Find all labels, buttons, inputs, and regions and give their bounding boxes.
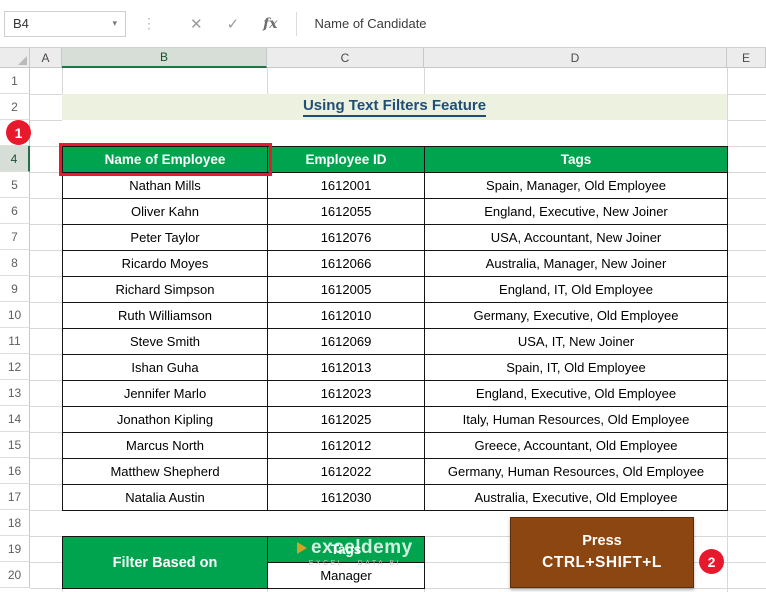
filter-tags-header-cell[interactable]: Tags (267, 536, 425, 563)
row-header-10[interactable]: 10 (0, 302, 30, 328)
enter-icon[interactable]: ✓ (227, 15, 240, 33)
cell-tags[interactable]: Germany, Human Resources, Old Employee (425, 459, 728, 485)
row-header-12[interactable]: 12 (0, 354, 30, 380)
cell-employee-name[interactable]: Steve Smith (63, 329, 268, 355)
table-header-tags[interactable]: Tags (425, 147, 728, 173)
cell-tags[interactable]: Spain, Manager, Old Employee (425, 173, 728, 199)
row-header-14[interactable]: 14 (0, 406, 30, 432)
cell-tags[interactable]: USA, Accountant, New Joiner (425, 225, 728, 251)
cell-employee-name[interactable]: Peter Taylor (63, 225, 268, 251)
row-header-7[interactable]: 7 (0, 224, 30, 250)
cell-employee-id[interactable]: 1612069 (268, 329, 425, 355)
cell-tags[interactable]: Australia, Manager, New Joiner (425, 251, 728, 277)
row-header-13[interactable]: 13 (0, 380, 30, 406)
cell-employee-name[interactable]: Jennifer Marlo (63, 381, 268, 407)
employee-table: Name of Employee Employee ID Tags Nathan… (62, 146, 728, 511)
row-header-17[interactable]: 17 (0, 484, 30, 510)
column-header-D[interactable]: D (424, 48, 727, 68)
row-header-15[interactable]: 15 (0, 432, 30, 458)
row-header-5[interactable]: 5 (0, 172, 30, 198)
filter-value-cell[interactable]: Manager (267, 562, 425, 589)
cell-employee-name[interactable]: Ruth Williamson (63, 303, 268, 329)
formula-bar-drag-handle-icon: ⋮ (142, 15, 156, 31)
row-header-4[interactable]: 4 (0, 146, 30, 172)
cell-tags[interactable]: Germany, Executive, Old Employee (425, 303, 728, 329)
row-header-8[interactable]: 8 (0, 250, 30, 276)
cell-tags[interactable]: Italy, Human Resources, Old Employee (425, 407, 728, 433)
spreadsheet-grid: Using Text Filters Feature Name of Emplo… (0, 48, 766, 592)
cell-employee-name[interactable]: Natalia Austin (63, 485, 268, 511)
table-header-id[interactable]: Employee ID (268, 147, 425, 173)
cell-tags[interactable]: England, Executive, Old Employee (425, 381, 728, 407)
formula-input[interactable]: Name of Candidate (315, 16, 427, 31)
cell-employee-id[interactable]: 1612025 (268, 407, 425, 433)
row-header-9[interactable]: 9 (0, 276, 30, 302)
cell-tags[interactable]: USA, IT, New Joiner (425, 329, 728, 355)
column-header-C[interactable]: C (267, 48, 424, 68)
step-1-badge: 1 (6, 120, 31, 145)
page-title: Using Text Filters Feature (302, 97, 487, 117)
cell-tags[interactable]: England, IT, Old Employee (425, 277, 728, 303)
column-header-A[interactable]: A (30, 48, 62, 68)
step-2-badge: 2 (699, 549, 724, 574)
cell-employee-id[interactable]: 1612005 (268, 277, 425, 303)
row-header-19[interactable]: 19 (0, 536, 30, 562)
row-header-2[interactable]: 2 (0, 94, 30, 120)
cell-employee-id[interactable]: 1612023 (268, 381, 425, 407)
title-banner[interactable]: Using Text Filters Feature (62, 94, 727, 120)
formula-bar-divider (295, 11, 297, 36)
row-header-16[interactable]: 16 (0, 458, 30, 484)
cell-employee-name[interactable]: Ricardo Moyes (63, 251, 268, 277)
column-header-B[interactable]: B (62, 48, 267, 68)
cell-employee-name[interactable]: Richard Simpson (63, 277, 268, 303)
row-header-11[interactable]: 11 (0, 328, 30, 354)
cell-employee-id[interactable]: 1612001 (268, 173, 425, 199)
cell-employee-id[interactable]: 1612010 (268, 303, 425, 329)
name-box[interactable]: B4 ▾ (4, 10, 126, 37)
filter-based-on-cell[interactable]: Filter Based on (62, 536, 268, 589)
callout-line2: CTRL+SHIFT+L (542, 554, 662, 571)
cell-tags[interactable]: Spain, IT, Old Employee (425, 355, 728, 381)
cell-employee-id[interactable]: 1612066 (268, 251, 425, 277)
row-header-1[interactable]: 1 (0, 68, 30, 94)
cancel-icon[interactable]: ✕ (190, 15, 203, 33)
cell-employee-id[interactable]: 1612076 (268, 225, 425, 251)
callout-line1: Press (582, 533, 622, 549)
cell-employee-id[interactable]: 1612012 (268, 433, 425, 459)
cell-employee-name[interactable]: Jonathon Kipling (63, 407, 268, 433)
name-box-dropdown-icon[interactable]: ▾ (112, 18, 117, 29)
cell-employee-name[interactable]: Nathan Mills (63, 173, 268, 199)
column-header-E[interactable]: E (727, 48, 766, 68)
cell-tags[interactable]: Greece, Accountant, Old Employee (425, 433, 728, 459)
select-all-corner[interactable] (0, 48, 30, 68)
cell-employee-id[interactable]: 1612013 (268, 355, 425, 381)
step1-highlight-box (59, 143, 272, 176)
formula-bar: B4 ▾ ⋮ ✕ ✓ fx Name of Candidate (0, 0, 766, 48)
cell-employee-name[interactable]: Marcus North (63, 433, 268, 459)
shortcut-callout: Press CTRL+SHIFT+L (510, 517, 694, 588)
cell-reference: B4 (13, 16, 29, 31)
cell-employee-id[interactable]: 1612055 (268, 199, 425, 225)
cell-employee-id[interactable]: 1612022 (268, 459, 425, 485)
row-header-6[interactable]: 6 (0, 198, 30, 224)
insert-function-icon[interactable]: fx (263, 16, 277, 32)
excel-window: B4 ▾ ⋮ ✕ ✓ fx Name of Candidate Using Te… (0, 0, 766, 592)
row-header-20[interactable]: 20 (0, 562, 30, 588)
cell-tags[interactable]: England, Executive, New Joiner (425, 199, 728, 225)
cell-tags[interactable]: Australia, Executive, Old Employee (425, 485, 728, 511)
cell-employee-name[interactable]: Matthew Shepherd (63, 459, 268, 485)
row-header-18[interactable]: 18 (0, 510, 30, 536)
cell-employee-name[interactable]: Oliver Kahn (63, 199, 268, 225)
cell-employee-id[interactable]: 1612030 (268, 485, 425, 511)
cell-employee-name[interactable]: Ishan Guha (63, 355, 268, 381)
